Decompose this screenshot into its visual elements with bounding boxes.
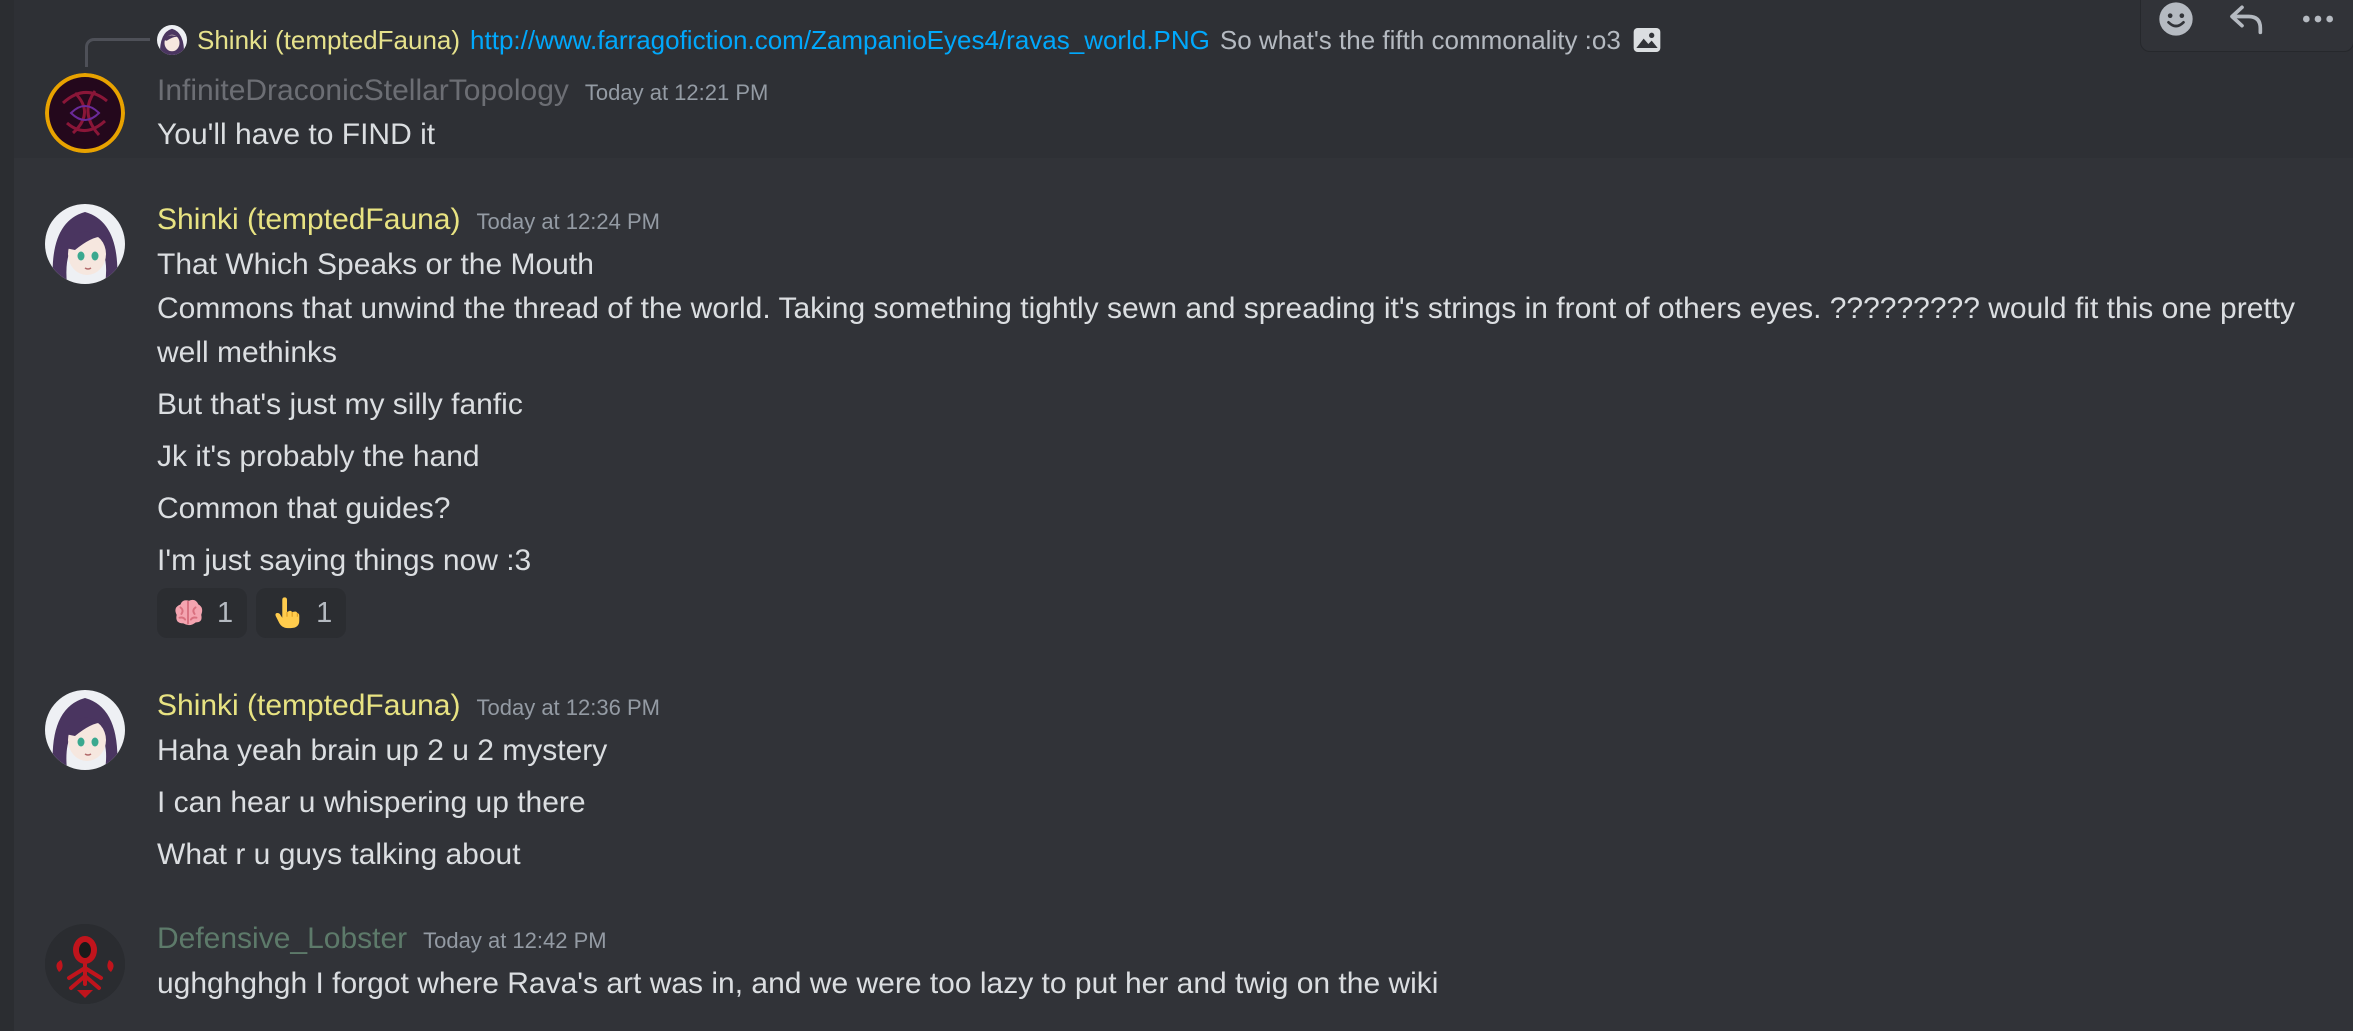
message-text: Haha yeah brain up 2 u 2 mystery: [157, 734, 608, 767]
message-text: ughghghgh I forgot where Rava's art was …: [157, 967, 1439, 1000]
timestamp[interactable]: Today at 12:42 PM: [423, 928, 606, 954]
message-text: But that's just my silly fanfic: [157, 388, 523, 421]
avatar-defensive-lobster[interactable]: [45, 924, 125, 1004]
brain-emoji-icon: [175, 599, 203, 626]
message-text: Common that guides?: [157, 492, 451, 525]
more-options-icon[interactable]: [2291, 0, 2345, 46]
reply-author-avatar[interactable]: [157, 25, 187, 55]
avatar-shinki[interactable]: [45, 690, 125, 770]
message-text: What r u guys talking about: [157, 838, 521, 871]
avatar-shinki[interactable]: [45, 204, 125, 284]
timestamp[interactable]: Today at 12:24 PM: [477, 209, 660, 235]
reply-link[interactable]: http://www.farragofiction.com/ZampanioEy…: [470, 25, 1210, 56]
message-header: Defensive_Lobster Today at 12:42 PM: [157, 922, 607, 960]
left-gutter: [0, 0, 14, 1031]
avatar-infinitedraconicstellartopology[interactable]: [45, 73, 125, 153]
message-text: Commons that unwind the thread of the wo…: [157, 292, 2296, 369]
reaction-count: 1: [316, 596, 333, 629]
reply-reference[interactable]: Shinki (temptedFauna) http://www.farrago…: [157, 18, 1663, 62]
timestamp[interactable]: Today at 12:36 PM: [477, 695, 660, 721]
reply-spine: [85, 38, 150, 67]
message-toolbar: [2140, 0, 2353, 52]
message-header: InfiniteDraconicStellarTopology Today at…: [157, 74, 768, 112]
image-icon: [1633, 28, 1661, 52]
pointing-up-hand-icon: [275, 597, 300, 629]
author-name[interactable]: InfiniteDraconicStellarTopology: [157, 74, 569, 108]
message-text: You'll have to FIND it: [157, 118, 436, 151]
reaction-count: 1: [217, 596, 234, 629]
message-text: That Which Speaks or the Mouth: [157, 248, 594, 281]
message-text: Jk it's probably the hand: [157, 440, 480, 473]
message-header: Shinki (temptedFauna) Today at 12:36 PM: [157, 689, 660, 727]
reaction-brain[interactable]: 1: [157, 588, 248, 638]
reply-author-name[interactable]: Shinki (temptedFauna): [197, 25, 460, 56]
reaction-pointing-up[interactable]: 1: [256, 588, 347, 638]
add-reaction-icon[interactable]: [2149, 0, 2203, 46]
author-name[interactable]: Defensive_Lobster: [157, 922, 407, 956]
message-text: I can hear u whispering up there: [157, 786, 586, 819]
author-name[interactable]: Shinki (temptedFauna): [157, 203, 461, 237]
author-name[interactable]: Shinki (temptedFauna): [157, 689, 461, 723]
message-header: Shinki (temptedFauna) Today at 12:24 PM: [157, 203, 660, 241]
reply-text: So what's the fifth commonality :o3: [1219, 24, 1621, 55]
timestamp[interactable]: Today at 12:21 PM: [585, 80, 768, 106]
reactions-bar: 1 1: [157, 588, 347, 638]
message-text: I'm just saying things now :3: [157, 544, 532, 577]
reply-icon[interactable]: [2220, 0, 2274, 46]
